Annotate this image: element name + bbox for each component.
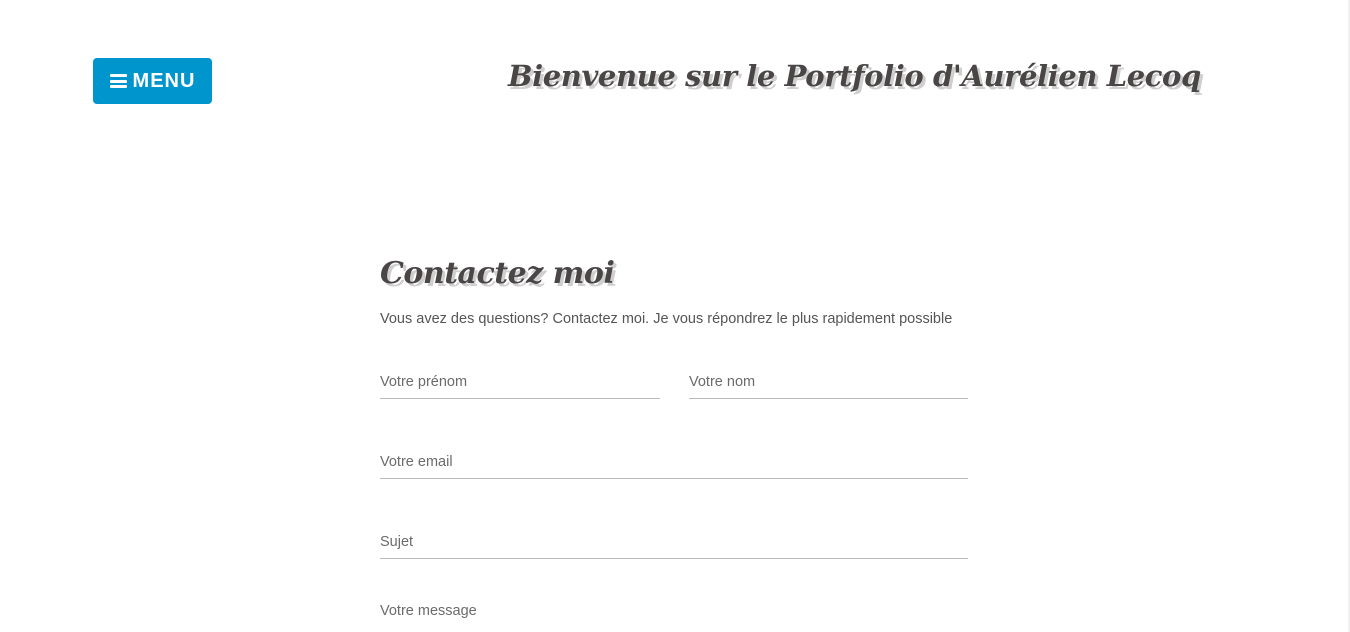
contact-intro: Vous avez des questions? Contactez moi. …: [380, 311, 953, 327]
site-title: Bienvenue sur le Portfolio d'Aurélien Le…: [508, 59, 1201, 93]
email-input[interactable]: [380, 446, 968, 478]
hamburger-menu-icon: [109, 74, 127, 88]
message-textarea[interactable]: [380, 601, 968, 632]
subject-input[interactable]: [380, 526, 968, 558]
lastname-input[interactable]: [689, 366, 968, 398]
lastname-field-wrapper: [689, 366, 968, 399]
menu-label: MENU: [132, 70, 196, 92]
contact-title: Contactez moi: [380, 256, 615, 291]
firstname-field-wrapper: [380, 366, 660, 399]
email-field-wrapper: [380, 446, 968, 479]
message-field-wrapper: [380, 601, 968, 632]
menu-button[interactable]: MENU: [93, 58, 212, 104]
subject-field-wrapper: [380, 526, 968, 559]
contact-page: MENU Bienvenue sur le Portfolio d'Auréli…: [0, 0, 1350, 632]
firstname-input[interactable]: [380, 366, 660, 398]
